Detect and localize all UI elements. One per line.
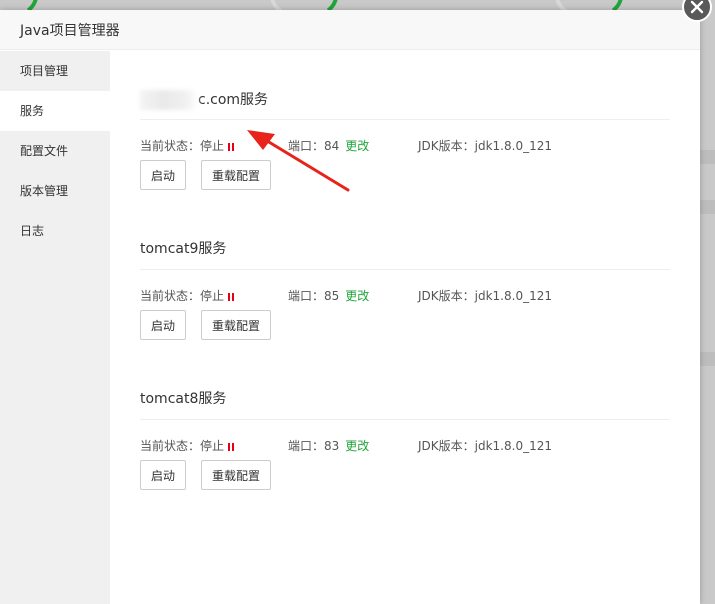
service-title: tomcat8服务 — [140, 390, 670, 420]
dialog-header: Java项目管理器 — [0, 10, 700, 50]
sidebar-item-label: 日志 — [20, 224, 45, 238]
reload-config-button[interactable]: 重载配置 — [201, 460, 271, 490]
pause-icon — [228, 290, 236, 304]
port: 端口：85 更改 — [288, 287, 369, 304]
pause-icon — [228, 440, 236, 454]
jdk-version: JDK版本：jdk1.8.0_121 — [418, 439, 552, 453]
redacted-domain — [140, 90, 198, 110]
start-button[interactable]: 启动 — [140, 160, 186, 190]
sidebar-item-config-file[interactable]: 配置文件 — [0, 131, 110, 171]
service-title-text: tomcat9服务 — [140, 241, 227, 257]
pause-icon — [228, 140, 236, 154]
service-card: tomcat9服务 当前状态：停止 端口：85 更改 JDK版本：jdk1.8.0… — [140, 240, 670, 340]
jdk-version: JDK版本：jdk1.8.0_121 — [418, 139, 552, 153]
start-button[interactable]: 启动 — [140, 310, 186, 340]
close-icon — [690, 0, 704, 14]
status: 当前状态：停止 — [140, 287, 236, 304]
service-status-row: 当前状态：停止 端口：83 更改 JDK版本：jdk1.8.0_121 — [140, 437, 670, 453]
change-port-link[interactable]: 更改 — [345, 289, 369, 303]
service-title: tomcat9服务 — [140, 240, 670, 270]
sidebar-item-service[interactable]: 服务 — [0, 91, 110, 131]
status-label: 当前状态：停止 — [140, 289, 225, 303]
service-card: tomcat8服务 当前状态：停止 端口：83 更改 JDK版本：jdk1.8.0… — [140, 390, 670, 490]
reload-config-button[interactable]: 重载配置 — [201, 310, 271, 340]
java-project-manager-dialog: Java项目管理器 项目管理 服务 配置文件 版本管理 日志 c.com服务 当… — [0, 10, 700, 604]
port-label: 端口：83 — [288, 439, 340, 453]
change-port-link[interactable]: 更改 — [345, 439, 369, 453]
sidebar: 项目管理 服务 配置文件 版本管理 日志 — [0, 51, 110, 604]
service-title-text: tomcat8服务 — [140, 391, 227, 407]
service-actions: 启动 重载配置 — [140, 310, 670, 340]
service-actions: 启动 重载配置 — [140, 160, 670, 190]
service-content: c.com服务 当前状态：停止 端口：84 更改 JDK版本：jdk1.8.0_1… — [110, 51, 700, 604]
jdk-version: JDK版本：jdk1.8.0_121 — [418, 289, 552, 303]
sidebar-item-label: 配置文件 — [20, 144, 69, 158]
sidebar-item-label: 版本管理 — [20, 184, 69, 198]
service-card: c.com服务 当前状态：停止 端口：84 更改 JDK版本：jdk1.8.0_1… — [140, 90, 670, 190]
background-strip — [700, 200, 715, 214]
background-strip — [700, 150, 715, 164]
dialog-title: Java项目管理器 — [20, 22, 120, 39]
red-arrow-annotation — [247, 130, 350, 192]
sidebar-item-version-management[interactable]: 版本管理 — [0, 171, 110, 211]
sidebar-item-label: 项目管理 — [20, 64, 69, 78]
start-button[interactable]: 启动 — [140, 460, 186, 490]
port-label: 端口：85 — [288, 289, 340, 303]
service-status-row: 当前状态：停止 端口：85 更改 JDK版本：jdk1.8.0_121 — [140, 287, 670, 303]
status: 当前状态：停止 — [140, 437, 236, 454]
status: 当前状态：停止 — [140, 137, 236, 154]
sidebar-item-label: 服务 — [20, 104, 45, 118]
service-title-text: c.com服务 — [198, 92, 269, 108]
sidebar-item-log[interactable]: 日志 — [0, 211, 110, 251]
port: 端口：83 更改 — [288, 437, 369, 454]
service-actions: 启动 重载配置 — [140, 460, 670, 490]
background-strip — [700, 352, 715, 366]
service-title: c.com服务 — [140, 90, 670, 120]
sidebar-item-project-management[interactable]: 项目管理 — [0, 51, 110, 91]
service-status-row: 当前状态：停止 端口：84 更改 JDK版本：jdk1.8.0_121 — [140, 137, 670, 153]
status-label: 当前状态：停止 — [140, 439, 225, 453]
status-label: 当前状态：停止 — [140, 139, 225, 153]
